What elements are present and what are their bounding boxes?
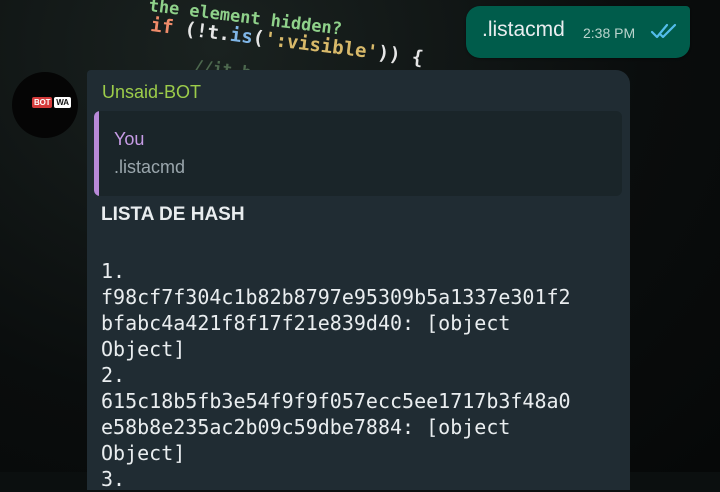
hash-value: f98cf7f304c1b82b8797e95309b5a1337e301f2 xyxy=(101,285,571,309)
bot-logo: BOT WA xyxy=(32,97,71,108)
list-item-number: 3. xyxy=(101,467,126,491)
wallpaper-keyword: if xyxy=(149,14,175,39)
hash-value: Object] xyxy=(101,441,186,465)
hash-value: bfabc4a421f8f17f21e839d40: [object xyxy=(101,311,511,335)
received-message-bubble[interactable]: Unsaid-BOT You .listacmd LISTA DE HASH 1… xyxy=(87,70,630,492)
sent-message-bubble[interactable]: .listacmd 2:38 PM xyxy=(466,6,690,58)
message-timestamp: 2:38 PM xyxy=(583,25,636,41)
list-item: 2. 615c18b5fb3e54f9f9f057ecc5ee1717b3f48… xyxy=(101,362,621,466)
sender-name[interactable]: Unsaid-BOT xyxy=(102,82,201,103)
hash-value: 615c18b5fb3e54f9f9f057ecc5ee1717b3f48a0 xyxy=(101,389,571,413)
list-item: 3. xyxy=(101,466,621,492)
list-item: 1. f98cf7f304c1b82b8797e95309b5a1337e301… xyxy=(101,258,621,362)
message-title: LISTA DE HASH xyxy=(101,204,245,225)
wallpaper-function: is xyxy=(228,23,255,49)
list-item-number: 2. xyxy=(101,363,126,387)
list-item-number: 1. xyxy=(101,259,126,283)
quoted-message[interactable]: You .listacmd xyxy=(94,111,622,196)
wallpaper-code: )) { xyxy=(376,41,425,70)
bot-avatar[interactable]: BOT WA xyxy=(12,72,78,138)
hash-value: e58b8e235ac2b09c59dbe7884: [object xyxy=(101,415,511,439)
hash-value: Object] xyxy=(101,337,186,361)
sent-message-text: .listacmd xyxy=(482,18,565,41)
quote-author: You xyxy=(114,129,145,149)
hash-list: 1. f98cf7f304c1b82b8797e95309b5a1337e301… xyxy=(101,258,621,492)
quote-accent-bar xyxy=(94,111,99,196)
quote-text: .listacmd xyxy=(114,157,186,177)
double-check-read-icon xyxy=(650,23,677,39)
